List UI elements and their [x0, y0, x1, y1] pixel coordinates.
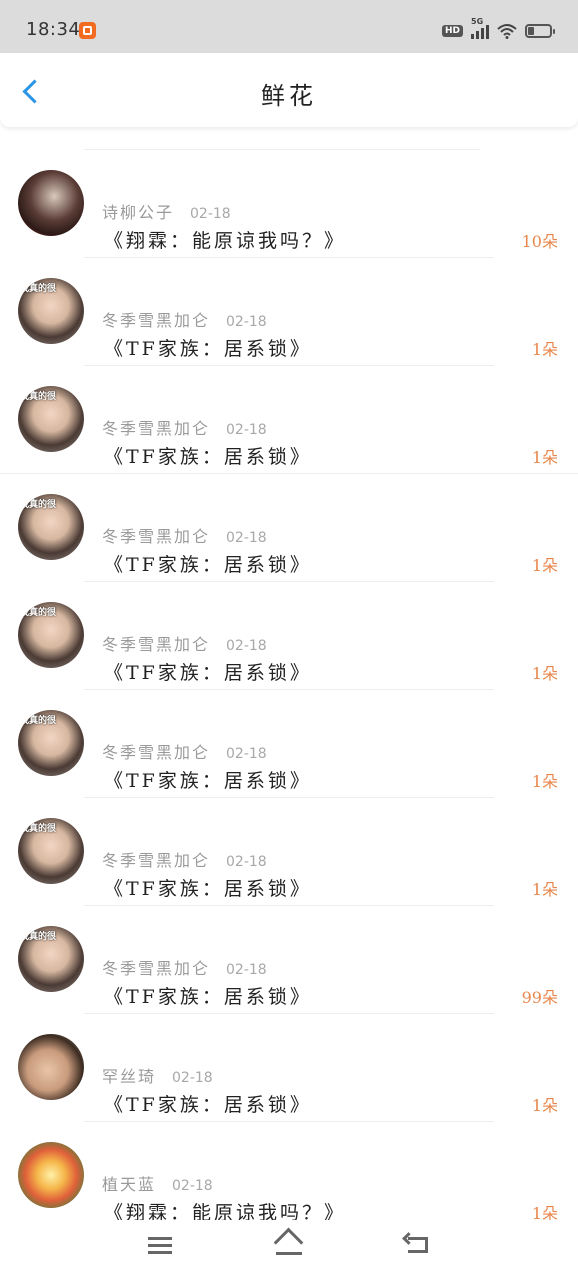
avatar[interactable] [18, 1142, 84, 1208]
item-date: 02-18 [226, 314, 267, 330]
flower-count: 1朵 [531, 1204, 558, 1220]
system-nav-bar [0, 1220, 578, 1280]
item-meta: 冬季雪黑加仑 02-18 [102, 955, 267, 979]
list-item[interactable]: 我真的很 冬季雪黑加仑 02-18 《TF家族：居系锁》 1朵 [0, 798, 578, 906]
avatar[interactable] [18, 170, 84, 236]
back-arrow-icon[interactable] [404, 1232, 432, 1258]
flower-count: 1朵 [531, 1096, 558, 1115]
flower-count: 1朵 [531, 448, 558, 467]
item-date: 02-18 [190, 206, 231, 222]
page-title: 鲜花 [261, 82, 317, 110]
item-meta: 冬季雪黑加仑 02-18 [102, 415, 267, 439]
signal-icon: 5G [471, 17, 489, 39]
flower-count: 1朵 [531, 880, 558, 899]
book-title[interactable]: 《TF家族：居系锁》 [104, 550, 312, 577]
item-date: 02-18 [226, 962, 267, 978]
avatar[interactable]: 我真的很 [18, 818, 84, 884]
book-title[interactable]: 《TF家族：居系锁》 [104, 334, 312, 361]
item-meta: 冬季雪黑加仑 02-18 [102, 631, 267, 655]
battery-icon [525, 24, 555, 38]
user-name[interactable]: 冬季雪黑加仑 [102, 307, 210, 331]
item-meta: 冬季雪黑加仑 02-18 [102, 847, 267, 871]
avatar[interactable]: 我真的很 [18, 494, 84, 560]
book-title[interactable]: 《TF家族：居系锁》 [104, 658, 312, 685]
user-name[interactable]: 冬季雪黑加仑 [102, 847, 210, 871]
flower-count: 1朵 [531, 772, 558, 791]
user-name[interactable]: 冬季雪黑加仑 [102, 955, 210, 979]
book-title[interactable]: 《TF家族：居系锁》 [104, 442, 312, 469]
item-meta: 冬季雪黑加仑 02-18 [102, 739, 267, 763]
list-item[interactable]: 我真的很 冬季雪黑加仑 02-18 《TF家族：居系锁》 1朵 [0, 690, 578, 798]
flower-count: 1朵 [531, 340, 558, 359]
hd-icon: HD [441, 25, 463, 37]
item-date: 02-18 [226, 422, 267, 438]
item-date: 02-18 [226, 530, 267, 546]
item-meta: 冬季雪黑加仑 02-18 [102, 523, 267, 547]
wifi-icon [497, 24, 517, 39]
book-title[interactable]: 《TF家族：居系锁》 [104, 766, 312, 793]
book-title[interactable]: 《TF家族：居系锁》 [104, 874, 312, 901]
user-name[interactable]: 冬季雪黑加仑 [102, 739, 210, 763]
avatar[interactable]: 我真的很 [18, 278, 84, 344]
user-name[interactable]: 诗柳公子 [102, 199, 174, 223]
list-item[interactable]: 我真的很 冬季雪黑加仑 02-18 《TF家族：居系锁》 99朵 [0, 906, 578, 1014]
avatar[interactable]: 我真的很 [18, 926, 84, 992]
list-item[interactable]: 植天蓝 02-18 《翔霖：能原谅我吗？》 1朵 [0, 1122, 578, 1220]
item-meta: 植天蓝 02-18 [102, 1171, 213, 1195]
book-title[interactable]: 《TF家族：居系锁》 [104, 982, 312, 1009]
menu-icon[interactable] [148, 1234, 172, 1256]
home-icon[interactable] [272, 1230, 306, 1258]
flower-count: 99朵 [521, 988, 558, 1007]
list-item[interactable]: 我真的很 冬季雪黑加仑 02-18 《TF家族：居系锁》 1朵 [0, 474, 578, 582]
item-date: 02-18 [172, 1178, 213, 1194]
list-item[interactable]: 我真的很 冬季雪黑加仑 02-18 《TF家族：居系锁》 1朵 [0, 366, 578, 474]
user-name[interactable]: 罕丝琦 [102, 1063, 156, 1087]
item-date: 02-18 [226, 746, 267, 762]
avatar[interactable] [18, 1034, 84, 1100]
list-item[interactable]: 诗柳公子 02-18 《翔霖：能原谅我吗？》 10朵 [0, 150, 578, 258]
flower-count: 10朵 [521, 232, 558, 251]
item-date: 02-18 [172, 1070, 213, 1086]
list-item[interactable]: 罕丝琦 02-18 《TF家族：居系锁》 1朵 [0, 1014, 578, 1122]
flower-list[interactable]: 诗柳公子 02-18 《翔霖：能原谅我吗？》 10朵 我真的很 冬季雪黑加仑 0… [0, 127, 578, 1220]
app-notification-icon [79, 22, 96, 39]
item-meta: 诗柳公子 02-18 [102, 199, 231, 223]
user-name[interactable]: 植天蓝 [102, 1171, 156, 1195]
flower-count: 1朵 [531, 556, 558, 575]
user-name[interactable]: 冬季雪黑加仑 [102, 631, 210, 655]
flower-count: 1朵 [531, 664, 558, 683]
status-icons: HD 5G [441, 17, 555, 40]
item-meta: 冬季雪黑加仑 02-18 [102, 307, 267, 331]
user-name[interactable]: 冬季雪黑加仑 [102, 523, 210, 547]
list-item[interactable]: 我真的很 冬季雪黑加仑 02-18 《TF家族：居系锁》 1朵 [0, 258, 578, 366]
nav-bar: 鲜花 [0, 53, 578, 127]
user-name[interactable]: 冬季雪黑加仑 [102, 415, 210, 439]
avatar[interactable]: 我真的很 [18, 386, 84, 452]
network-type-label: 5G [471, 17, 484, 26]
avatar[interactable]: 我真的很 [18, 710, 84, 776]
book-title[interactable]: 《TF家族：居系锁》 [104, 1090, 312, 1117]
book-title[interactable]: 《翔霖：能原谅我吗？》 [104, 1198, 346, 1220]
item-date: 02-18 [226, 854, 267, 870]
status-bar: 18:34 HD 5G [0, 0, 578, 53]
avatar[interactable]: 我真的很 [18, 602, 84, 668]
list-item[interactable]: 我真的很 冬季雪黑加仑 02-18 《TF家族：居系锁》 1朵 [0, 582, 578, 690]
book-title[interactable]: 《翔霖：能原谅我吗？》 [104, 226, 346, 253]
status-time: 18:34 [26, 19, 81, 40]
item-meta: 罕丝琦 02-18 [102, 1063, 213, 1087]
item-date: 02-18 [226, 638, 267, 654]
